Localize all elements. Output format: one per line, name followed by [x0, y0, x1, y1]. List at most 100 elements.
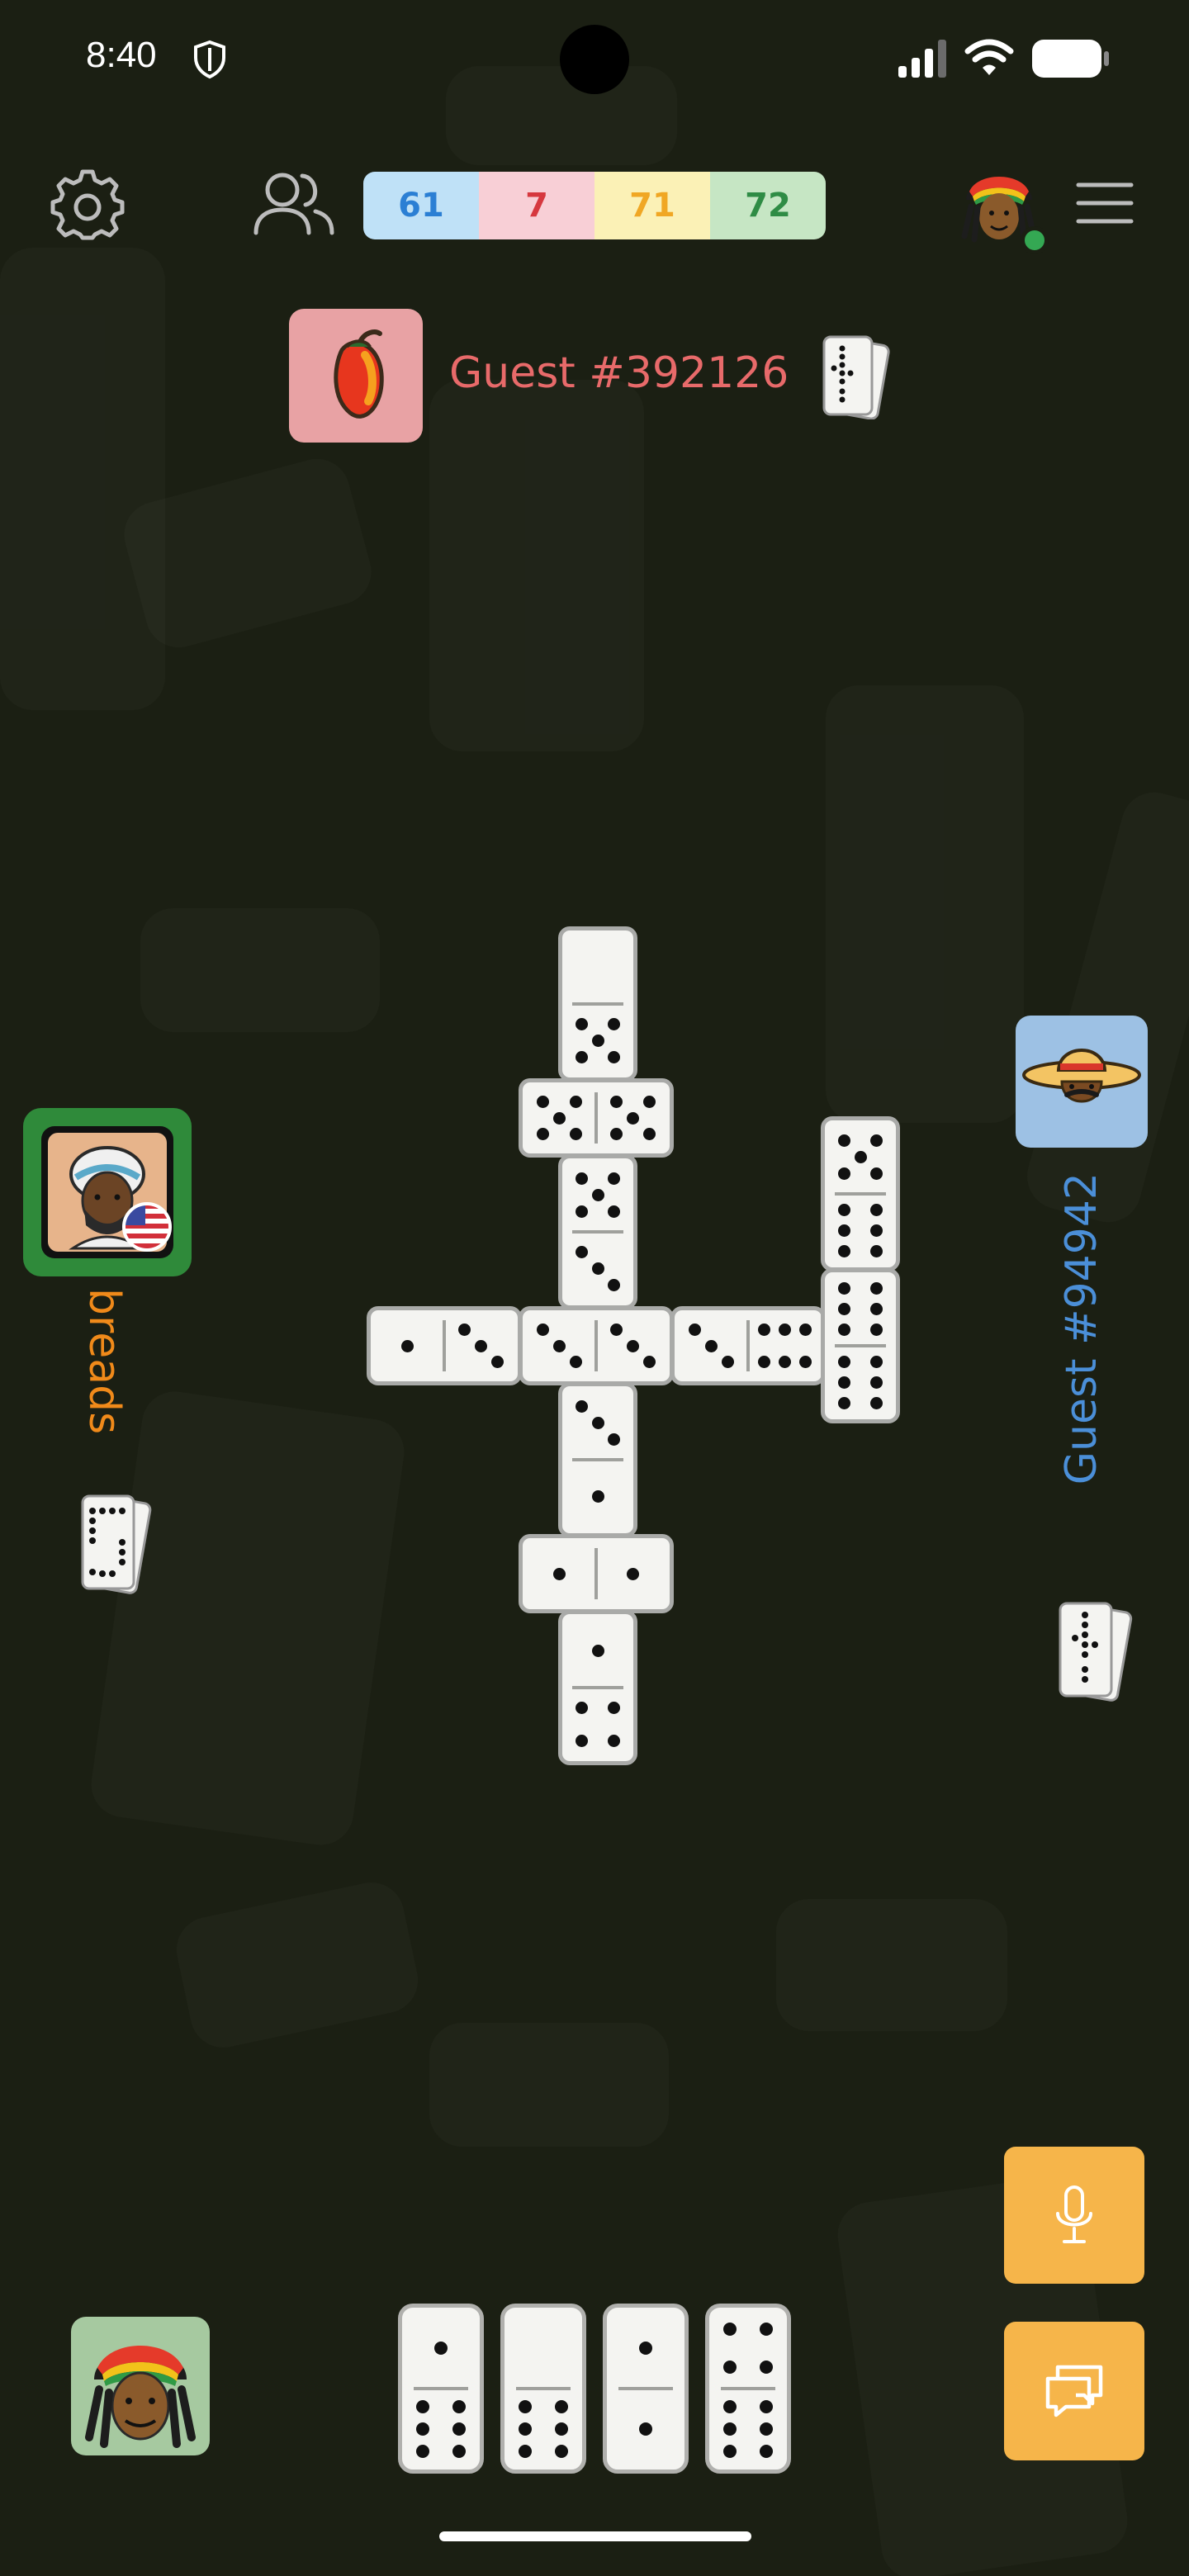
- score-team-red: 7: [479, 172, 594, 239]
- board-domino: [519, 1078, 674, 1158]
- domino-pip: [759, 2360, 773, 2374]
- domino-pip: [536, 1128, 549, 1141]
- domino-pip: [870, 1323, 883, 1336]
- hamburger-icon[interactable]: [1075, 178, 1135, 228]
- domino-pip: [575, 1701, 588, 1714]
- domino-pip: [575, 1172, 588, 1185]
- domino-pip: [854, 1151, 867, 1163]
- domino-pip: [591, 1490, 604, 1503]
- domino-pip: [722, 1356, 735, 1369]
- sombrero-avatar-icon: [1022, 1049, 1141, 1103]
- hand-domino[interactable]: [705, 2304, 791, 2474]
- domino-pip: [723, 2445, 737, 2459]
- domino-divider: [618, 2387, 673, 2390]
- domino-pip: [870, 1167, 883, 1181]
- domino-pip: [475, 1339, 487, 1352]
- right-player-avatar: [1016, 1016, 1148, 1148]
- domino-pip: [837, 1224, 850, 1237]
- domino-pip: [536, 1095, 549, 1108]
- domino-pip: [608, 1051, 621, 1064]
- top-player-tile-count: [822, 335, 890, 419]
- gear-icon[interactable]: [50, 165, 126, 241]
- profile-avatar[interactable]: [953, 157, 1049, 254]
- domino-divider: [572, 1458, 623, 1461]
- domino-pip: [779, 1323, 791, 1336]
- domino-pip: [758, 1356, 771, 1369]
- users-icon[interactable]: [251, 168, 337, 238]
- domino-divider: [516, 2387, 571, 2390]
- domino-divider: [572, 1230, 623, 1234]
- domino-divider: [594, 1320, 598, 1371]
- domino-pip: [575, 1245, 588, 1258]
- background-domino: [1020, 785, 1189, 1230]
- online-indicator: [1021, 226, 1049, 254]
- hand-domino[interactable]: [603, 2304, 689, 2474]
- board-domino: [519, 1534, 674, 1613]
- top-player-name: Guest #392126: [449, 348, 789, 398]
- domino-pip: [608, 1433, 621, 1447]
- board-domino: [821, 1268, 900, 1423]
- domino-pip: [723, 2422, 737, 2436]
- domino-pip: [519, 2399, 533, 2413]
- domino-pip: [627, 1111, 639, 1125]
- domino-pip: [591, 1417, 604, 1429]
- domino-pip: [688, 1323, 701, 1336]
- domino-pip: [575, 1017, 588, 1030]
- background-domino: [826, 685, 1024, 1123]
- microphone-button[interactable]: [1004, 2147, 1144, 2284]
- us-flag-icon: [122, 1202, 172, 1252]
- domino-pip: [570, 1128, 583, 1141]
- right-player-tile-count: [1059, 1602, 1133, 1702]
- domino-pip: [608, 1172, 621, 1185]
- domino-pip: [416, 2422, 430, 2436]
- domino-pip: [837, 1167, 850, 1181]
- domino-pip: [837, 1244, 850, 1257]
- domino-pip: [779, 1356, 791, 1369]
- domino-divider: [835, 1192, 886, 1196]
- domino-pip: [870, 1244, 883, 1257]
- background-domino: [776, 1899, 1007, 2031]
- domino-pip: [608, 1735, 621, 1748]
- domino-pip: [837, 1396, 850, 1409]
- domino-pip: [452, 2399, 466, 2413]
- home-indicator: [439, 2531, 751, 2541]
- domino-pip: [798, 1323, 812, 1336]
- domino-pip: [837, 1282, 850, 1295]
- domino-pip: [554, 2399, 568, 2413]
- domino-pip: [554, 2422, 568, 2436]
- battery-icon: [1032, 40, 1109, 78]
- domino-pip: [723, 2360, 737, 2374]
- domino-pip: [870, 1376, 883, 1389]
- domino-pip: [609, 1095, 623, 1108]
- left-player-avatar: [23, 1108, 192, 1276]
- score-team-green: 72: [710, 172, 826, 239]
- domino-pip: [759, 2445, 773, 2459]
- domino-pip: [434, 2342, 448, 2355]
- chat-button[interactable]: [1004, 2322, 1144, 2460]
- domino-pip: [643, 1095, 656, 1108]
- status-time: 8:40: [86, 35, 157, 75]
- self-avatar[interactable]: [71, 2317, 210, 2455]
- board-domino: [367, 1306, 522, 1385]
- domino-pip: [837, 1134, 850, 1147]
- domino-divider: [414, 2387, 468, 2390]
- domino-pip: [416, 2445, 430, 2459]
- domino-pip: [491, 1356, 504, 1369]
- domino-pip: [759, 2422, 773, 2436]
- domino-pip: [553, 1339, 566, 1352]
- domino-pip: [870, 1356, 883, 1369]
- domino-pip: [837, 1323, 850, 1336]
- domino-pip: [608, 1205, 621, 1219]
- microphone-icon: [1056, 2185, 1092, 2243]
- board-domino: [558, 1610, 637, 1765]
- hand-domino[interactable]: [500, 2304, 586, 2474]
- domino-divider: [572, 1002, 623, 1006]
- board-domino: [558, 1154, 637, 1309]
- domino-divider: [594, 1548, 598, 1599]
- hand-domino[interactable]: [398, 2304, 484, 2474]
- board-domino: [558, 926, 637, 1082]
- domino-pip: [591, 1035, 604, 1047]
- score-team-yellow: 71: [594, 172, 710, 239]
- domino-pip: [759, 2399, 773, 2413]
- camera-cutout: [560, 25, 629, 94]
